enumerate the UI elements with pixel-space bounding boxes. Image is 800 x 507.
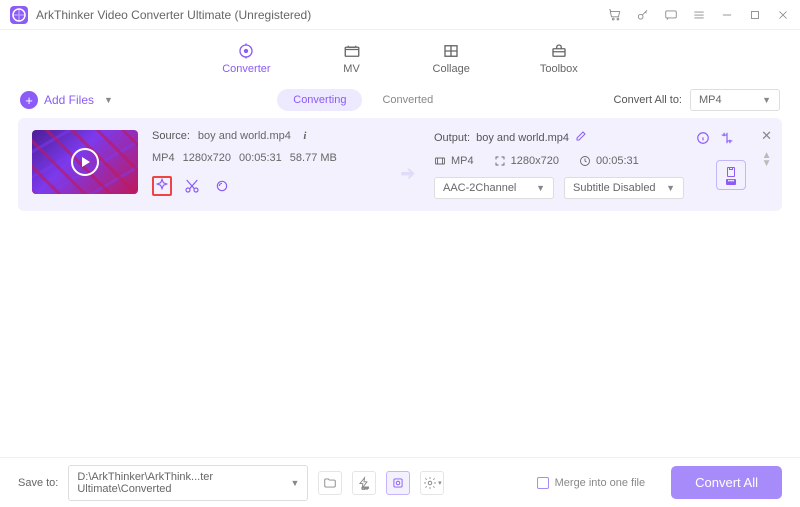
output-column: Output: boy and world.mp4 MP4 1280x720 xyxy=(434,130,734,199)
output-format-button[interactable]: ••• xyxy=(716,160,746,190)
tab-mv-label: MV xyxy=(343,63,360,75)
add-files-button[interactable]: + Add Files ▼ xyxy=(20,91,113,109)
tab-collage[interactable]: Collage xyxy=(433,42,470,75)
chevron-down-icon: ▼ xyxy=(104,95,113,105)
toolbox-icon xyxy=(548,42,570,60)
save-path-value: D:\ArkThinker\ArkThink...ter Ultimate\Co… xyxy=(77,471,286,495)
output-duration: 00:05:31 xyxy=(596,155,639,167)
cut-button[interactable] xyxy=(182,176,202,196)
tab-toolbox-label: Toolbox xyxy=(540,63,578,75)
source-size: 58.77 MB xyxy=(290,152,337,164)
tab-converter[interactable]: Converter xyxy=(222,42,270,75)
merge-label: Merge into one file xyxy=(555,477,646,489)
minimize-icon[interactable] xyxy=(720,8,734,22)
titlebar: ArkThinker Video Converter Ultimate (Unr… xyxy=(0,0,800,30)
save-to-label: Save to: xyxy=(18,477,58,489)
subtitle-select-value: Subtitle Disabled xyxy=(573,182,656,194)
chevron-down-icon: ▼ xyxy=(762,95,771,105)
remove-file-button[interactable]: ✕ xyxy=(761,128,772,144)
audio-select-value: AAC-2Channel xyxy=(443,182,516,194)
video-thumbnail[interactable] xyxy=(32,130,138,194)
app-logo xyxy=(10,6,28,24)
edit-effects-button[interactable] xyxy=(152,176,172,196)
output-duration-item: 00:05:31 xyxy=(579,155,639,167)
checkbox-icon xyxy=(537,477,549,489)
tab-collage-label: Collage xyxy=(433,63,470,75)
converting-tab[interactable]: Converting xyxy=(277,89,362,111)
app-title: ArkThinker Video Converter Ultimate (Unr… xyxy=(36,8,608,22)
converted-tab[interactable]: Converted xyxy=(366,89,449,111)
chevron-down-icon: ▼ xyxy=(290,478,299,488)
converter-icon xyxy=(235,42,257,60)
convert-all-button[interactable]: Convert All xyxy=(671,466,782,499)
hardware-accel-button[interactable]: OFF xyxy=(352,471,376,495)
maximize-icon[interactable] xyxy=(748,8,762,22)
key-icon[interactable] xyxy=(636,8,650,22)
output-resolution-item: 1280x720 xyxy=(494,155,559,167)
arrow-icon xyxy=(396,148,420,182)
tab-mv[interactable]: MV xyxy=(341,42,363,75)
open-folder-button[interactable] xyxy=(318,471,342,495)
source-filename: boy and world.mp4 xyxy=(198,130,291,142)
file-card: Source: boy and world.mp4 i MP4 1280x720… xyxy=(18,118,782,211)
rename-icon[interactable] xyxy=(575,130,587,145)
info-icon[interactable]: i xyxy=(299,130,311,142)
mv-icon xyxy=(341,42,363,60)
chevron-down-icon: ▼ xyxy=(666,183,675,193)
convert-all-to-label: Convert All to: xyxy=(614,94,682,106)
video-icon xyxy=(434,155,446,167)
menu-icon[interactable] xyxy=(692,8,706,22)
cart-icon[interactable] xyxy=(608,8,622,22)
main-tabs: Converter MV Collage Toolbox xyxy=(0,30,800,82)
source-column: Source: boy and world.mp4 i MP4 1280x720… xyxy=(152,130,382,196)
output-filename: boy and world.mp4 xyxy=(476,132,569,144)
add-files-label: Add Files xyxy=(44,93,94,107)
close-icon[interactable] xyxy=(776,8,790,22)
output-format: MP4 xyxy=(451,155,474,167)
tab-converter-label: Converter xyxy=(222,63,270,75)
source-resolution: 1280x720 xyxy=(183,152,231,164)
source-label: Source: xyxy=(152,130,190,142)
source-format: MP4 xyxy=(152,152,175,164)
collage-icon xyxy=(440,42,462,60)
expand-icon xyxy=(494,155,506,167)
info-output-icon[interactable] xyxy=(696,131,710,145)
format-select[interactable]: MP4 ▼ xyxy=(690,89,780,111)
clock-icon xyxy=(579,155,591,167)
output-resolution: 1280x720 xyxy=(511,155,559,167)
convert-all-to: Convert All to: MP4 ▼ xyxy=(614,89,780,111)
subtitle-select[interactable]: Subtitle Disabled ▼ xyxy=(564,177,684,199)
file-list: Source: boy and world.mp4 i MP4 1280x720… xyxy=(0,118,800,211)
gpu-button[interactable] xyxy=(386,471,410,495)
tab-toolbox[interactable]: Toolbox xyxy=(540,42,578,75)
svg-text:OFF: OFF xyxy=(362,486,369,490)
output-label: Output: xyxy=(434,132,470,144)
feedback-icon[interactable] xyxy=(664,8,678,22)
enhance-button[interactable] xyxy=(212,176,232,196)
save-path-select[interactable]: D:\ArkThinker\ArkThink...ter Ultimate\Co… xyxy=(68,465,308,501)
format-value: MP4 xyxy=(699,94,722,106)
status-segment: Converting Converted xyxy=(277,89,449,111)
merge-checkbox[interactable]: Merge into one file xyxy=(537,477,646,489)
reorder-handle[interactable]: ▲▼ xyxy=(762,152,772,168)
output-format-item: MP4 xyxy=(434,155,474,167)
compress-icon[interactable] xyxy=(720,131,734,145)
plus-icon: + xyxy=(20,91,38,109)
bottom-bar: Save to: D:\ArkThinker\ArkThink...ter Ul… xyxy=(0,457,800,507)
audio-select[interactable]: AAC-2Channel ▼ xyxy=(434,177,554,199)
source-duration: 00:05:31 xyxy=(239,152,282,164)
chevron-down-icon: ▼ xyxy=(536,183,545,193)
play-icon xyxy=(71,148,99,176)
toolbar: + Add Files ▼ Converting Converted Conve… xyxy=(0,82,800,118)
settings-button[interactable]: ▾ xyxy=(420,471,444,495)
